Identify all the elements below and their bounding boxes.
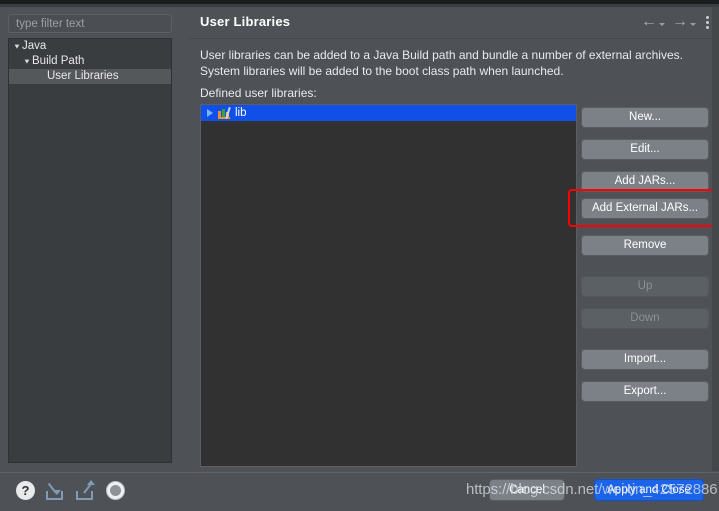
tree-item-label: Java (22, 40, 47, 52)
header-nav-icons: ← → (639, 14, 711, 30)
down-button: Down (581, 308, 709, 329)
user-libraries-page: User Libraries ← → User libraries can be… (190, 7, 719, 471)
import-preferences-icon[interactable] (45, 481, 65, 500)
library-name: lib (235, 107, 247, 119)
chevron-down-icon[interactable]: ▼ (23, 55, 32, 68)
import-button[interactable]: Import... (581, 349, 709, 370)
tree-item-user-libraries[interactable]: User Libraries (9, 69, 171, 84)
tray-box (46, 491, 63, 500)
page-description: User libraries can be added to a Java Bu… (200, 47, 700, 79)
restore-defaults-icon[interactable] (106, 481, 125, 500)
dot (706, 15, 709, 19)
tree-item-label: Build Path (32, 55, 85, 67)
user-libraries-list[interactable]: lib (200, 104, 577, 467)
tree-item-java[interactable]: ▼Java (9, 39, 171, 54)
description-line-2: System libraries will be added to the bo… (200, 64, 564, 78)
dot (706, 25, 709, 29)
forward-button[interactable]: → (670, 14, 698, 30)
page-title: User Libraries (200, 14, 291, 29)
apply-and-close-button[interactable]: Apply and Close (594, 479, 704, 501)
filter-input[interactable] (8, 14, 172, 33)
eclipse-preferences-window: ▼Java ▼Build Path User Libraries User Li… (0, 0, 719, 511)
right-edge-strip (712, 7, 719, 471)
export-preferences-icon[interactable] (75, 480, 95, 500)
help-icon[interactable]: ? (16, 481, 35, 500)
up-button: Up (581, 276, 709, 297)
description-line-1: User libraries can be added to a Java Bu… (200, 48, 683, 62)
page-header: User Libraries ← → (190, 7, 719, 39)
cancel-button[interactable]: Cancel (489, 479, 565, 501)
edit-button[interactable]: Edit... (581, 139, 709, 160)
new-button[interactable]: New... (581, 107, 709, 128)
chevron-down-icon[interactable] (690, 22, 696, 26)
overflow-menu-icon[interactable] (706, 15, 709, 29)
arrow-left-icon: ← (641, 13, 657, 30)
triangle-right-icon[interactable] (207, 109, 213, 117)
tree-item-build-path[interactable]: ▼Build Path (9, 54, 171, 69)
remove-button[interactable]: Remove (581, 235, 709, 256)
tray-box (76, 491, 93, 500)
defined-libraries-label: Defined user libraries: (200, 86, 317, 100)
add-jars-button[interactable]: Add JARs... (581, 171, 709, 192)
export-button[interactable]: Export... (581, 381, 709, 402)
tree-item-label: User Libraries (47, 70, 119, 82)
arrow-right-icon: → (672, 13, 688, 30)
back-button[interactable]: ← (639, 14, 667, 30)
chevron-down-icon[interactable]: ▼ (13, 40, 22, 53)
library-icon (218, 106, 231, 119)
dot (706, 20, 709, 24)
arrow-head (87, 480, 95, 485)
add-external-jars-button[interactable]: Add External JARs... (581, 198, 709, 219)
preferences-sidebar: ▼Java ▼Build Path User Libraries (0, 7, 182, 471)
preferences-tree[interactable]: ▼Java ▼Build Path User Libraries (8, 38, 172, 463)
list-item[interactable]: lib (201, 105, 576, 121)
chevron-down-icon[interactable] (659, 22, 665, 26)
